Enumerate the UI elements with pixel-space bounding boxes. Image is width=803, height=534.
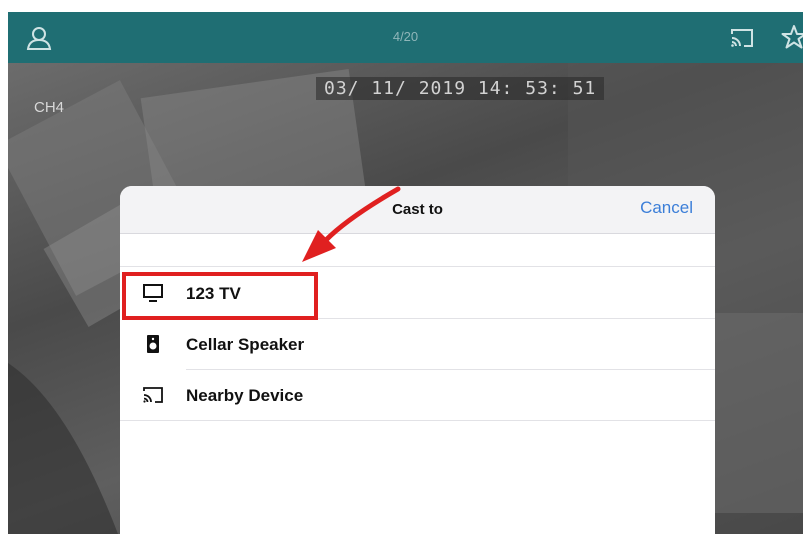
star-icon[interactable] <box>781 24 803 50</box>
camera-channel-label: CH4 <box>34 99 65 116</box>
top-bar: 4/20 <box>8 12 803 63</box>
stream-counter: 4/20 <box>392 29 419 44</box>
cast-icon <box>143 387 163 403</box>
sheet-header: Cast to Cancel <box>120 186 715 234</box>
speaker-icon <box>147 335 159 353</box>
highlight-annotation <box>122 272 318 320</box>
cast-to-sheet: Cast to Cancel 123 TV Cellar Speaker Nea… <box>120 186 715 534</box>
cast-icon[interactable] <box>730 27 754 49</box>
device-label: Nearby Device <box>186 386 304 405</box>
device-row-nearby-device[interactable]: Nearby Device <box>120 370 715 421</box>
cancel-button[interactable]: Cancel <box>640 198 693 218</box>
device-label: Cellar Speaker <box>186 335 305 354</box>
sheet-title: Cast to <box>392 201 443 218</box>
sheet-spacer <box>120 235 715 267</box>
device-row-cellar-speaker[interactable]: Cellar Speaker <box>120 319 715 370</box>
row-divider <box>120 420 715 421</box>
camera-timestamp: 03/ 11/ 2019 14: 53: 51 <box>316 77 605 100</box>
